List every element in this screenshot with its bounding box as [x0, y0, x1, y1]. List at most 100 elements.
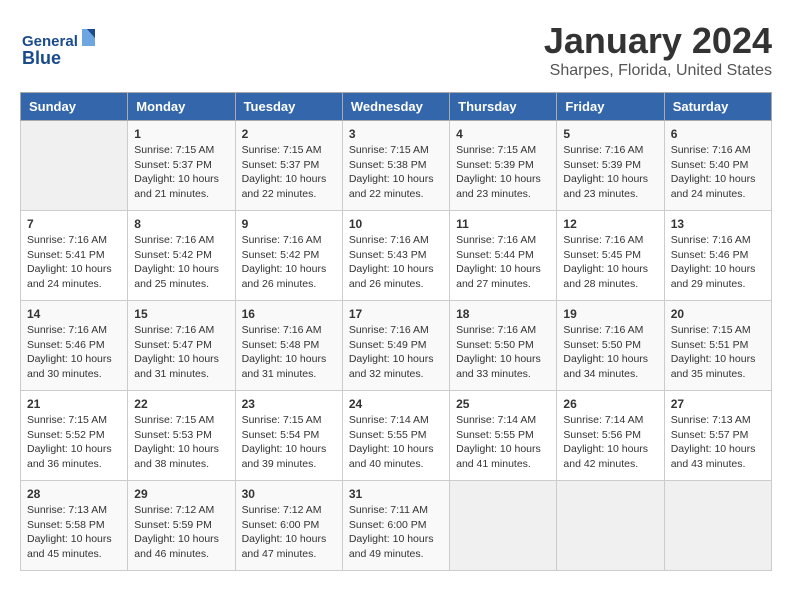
calendar-cell: 29Sunrise: 7:12 AMSunset: 5:59 PMDayligh… [128, 481, 235, 571]
day-number: 21 [27, 397, 121, 411]
day-number: 1 [134, 127, 228, 141]
day-number: 10 [349, 217, 443, 231]
header-friday: Friday [557, 93, 664, 121]
day-number: 13 [671, 217, 765, 231]
day-number: 3 [349, 127, 443, 141]
day-info: Sunrise: 7:14 AMSunset: 5:56 PMDaylight:… [563, 413, 657, 472]
day-info: Sunrise: 7:15 AMSunset: 5:39 PMDaylight:… [456, 143, 550, 202]
day-number: 18 [456, 307, 550, 321]
calendar-cell: 20Sunrise: 7:15 AMSunset: 5:51 PMDayligh… [664, 301, 771, 391]
calendar-cell: 18 Sunrise: 7:16 AMSunset: 5:50 PMDayligh… [450, 301, 557, 391]
day-number: 8 [134, 217, 228, 231]
day-info: Sunrise: 7:16 AMSunset: 5:46 PMDaylight:… [671, 233, 765, 292]
day-number: 17 [349, 307, 443, 321]
calendar-cell: 6 Sunrise: 7:16 AMSunset: 5:40 PMDaylight… [664, 121, 771, 211]
calendar-cell: 11Sunrise: 7:16 AMSunset: 5:44 PMDayligh… [450, 211, 557, 301]
calendar-cell: 19Sunrise: 7:16 AMSunset: 5:50 PMDayligh… [557, 301, 664, 391]
calendar-cell: 28 Sunrise: 7:13 AMSunset: 5:58 PMDayligh… [21, 481, 128, 571]
calendar-cell [21, 121, 128, 211]
header-thursday: Thursday [450, 93, 557, 121]
calendar-subtitle: Sharpes, Florida, United States [20, 62, 772, 80]
calendar-cell: 14Sunrise: 7:16 AMSunset: 5:46 PMDayligh… [21, 301, 128, 391]
day-info: Sunrise: 7:16 AMSunset: 5:47 PMDaylight:… [134, 323, 228, 382]
calendar-cell: 24 Sunrise: 7:14 AMSunset: 5:55 PMDayligh… [342, 391, 449, 481]
calendar-cell: 1Sunrise: 7:15 AMSunset: 5:37 PMDaylight… [128, 121, 235, 211]
day-number: 23 [242, 397, 336, 411]
calendar-cell: 22Sunrise: 7:15 AMSunset: 5:53 PMDayligh… [128, 391, 235, 481]
header-wednesday: Wednesday [342, 93, 449, 121]
calendar-cell: 9Sunrise: 7:16 AMSunset: 5:42 PMDaylight… [235, 211, 342, 301]
day-number: 11 [456, 217, 550, 231]
day-info: Sunrise: 7:16 AMSunset: 5:48 PMDaylight:… [242, 323, 336, 382]
calendar-cell: 3 Sunrise: 7:15 AMSunset: 5:38 PMDaylight… [342, 121, 449, 211]
day-info: Sunrise: 7:16 AMSunset: 5:42 PMDaylight:… [242, 233, 336, 292]
calendar-week-row: 1Sunrise: 7:15 AMSunset: 5:37 PMDaylight… [21, 121, 772, 211]
calendar-cell: 5Sunrise: 7:16 AMSunset: 5:39 PMDaylight… [557, 121, 664, 211]
calendar-cell [450, 481, 557, 571]
day-number: 27 [671, 397, 765, 411]
calendar-cell: 27 Sunrise: 7:13 AMSunset: 5:57 PMDayligh… [664, 391, 771, 481]
calendar-cell: 25Sunrise: 7:14 AMSunset: 5:55 PMDayligh… [450, 391, 557, 481]
calendar-cell: 23 Sunrise: 7:15 AMSunset: 5:54 PMDayligh… [235, 391, 342, 481]
day-number: 7 [27, 217, 121, 231]
day-number: 24 [349, 397, 443, 411]
day-info: Sunrise: 7:14 AMSunset: 5:55 PMDaylight:… [456, 413, 550, 472]
day-number: 30 [242, 487, 336, 501]
calendar-cell: 8 Sunrise: 7:16 AMSunset: 5:42 PMDaylight… [128, 211, 235, 301]
day-info: Sunrise: 7:16 AMSunset: 5:50 PMDaylight:… [456, 323, 550, 382]
day-number: 4 [456, 127, 550, 141]
calendar-cell: 21 Sunrise: 7:15 AMSunset: 5:52 PMDayligh… [21, 391, 128, 481]
day-number: 28 [27, 487, 121, 501]
day-info: Sunrise: 7:16 AMSunset: 5:39 PMDaylight:… [563, 143, 657, 202]
header-tuesday: Tuesday [235, 93, 342, 121]
day-info: Sunrise: 7:13 AMSunset: 5:57 PMDaylight:… [671, 413, 765, 472]
day-info: Sunrise: 7:16 AMSunset: 5:46 PMDaylight:… [27, 323, 121, 382]
day-info: Sunrise: 7:16 AMSunset: 5:45 PMDaylight:… [563, 233, 657, 292]
calendar-cell: 12 Sunrise: 7:16 AMSunset: 5:45 PMDayligh… [557, 211, 664, 301]
day-info: Sunrise: 7:16 AMSunset: 5:40 PMDaylight:… [671, 143, 765, 202]
day-info: Sunrise: 7:15 AMSunset: 5:54 PMDaylight:… [242, 413, 336, 472]
calendar-cell: 2Sunrise: 7:15 AMSunset: 5:37 PMDaylight… [235, 121, 342, 211]
day-number: 22 [134, 397, 228, 411]
calendar-header: January 2024 Sharpes, Florida, United St… [20, 20, 772, 80]
day-info: Sunrise: 7:16 AMSunset: 5:49 PMDaylight:… [349, 323, 443, 382]
day-info: Sunrise: 7:16 AMSunset: 5:41 PMDaylight:… [27, 233, 121, 292]
day-number: 16 [242, 307, 336, 321]
calendar-cell: 26Sunrise: 7:14 AMSunset: 5:56 PMDayligh… [557, 391, 664, 481]
day-info: Sunrise: 7:15 AMSunset: 5:52 PMDaylight:… [27, 413, 121, 472]
day-info: Sunrise: 7:16 AMSunset: 5:42 PMDaylight:… [134, 233, 228, 292]
calendar-week-row: 21 Sunrise: 7:15 AMSunset: 5:52 PMDayligh… [21, 391, 772, 481]
svg-text:Blue: Blue [22, 48, 61, 68]
day-info: Sunrise: 7:15 AMSunset: 5:51 PMDaylight:… [671, 323, 765, 382]
day-number: 6 [671, 127, 765, 141]
calendar-cell: 31Sunrise: 7:11 AMSunset: 6:00 PMDayligh… [342, 481, 449, 571]
calendar-cell [664, 481, 771, 571]
day-number: 19 [563, 307, 657, 321]
day-number: 29 [134, 487, 228, 501]
day-info: Sunrise: 7:11 AMSunset: 6:00 PMDaylight:… [349, 503, 443, 562]
logo: General Blue [20, 24, 100, 79]
calendar-title: January 2024 [20, 20, 772, 62]
calendar-week-row: 7 Sunrise: 7:16 AMSunset: 5:41 PMDaylight… [21, 211, 772, 301]
calendar-week-row: 14Sunrise: 7:16 AMSunset: 5:46 PMDayligh… [21, 301, 772, 391]
day-number: 15 [134, 307, 228, 321]
day-info: Sunrise: 7:14 AMSunset: 5:55 PMDaylight:… [349, 413, 443, 472]
calendar-cell: 13 Sunrise: 7:16 AMSunset: 5:46 PMDayligh… [664, 211, 771, 301]
days-header-row: Sunday Monday Tuesday Wednesday Thursday… [21, 93, 772, 121]
calendar-cell: 15 Sunrise: 7:16 AMSunset: 5:47 PMDayligh… [128, 301, 235, 391]
day-number: 12 [563, 217, 657, 231]
header-monday: Monday [128, 93, 235, 121]
day-info: Sunrise: 7:12 AMSunset: 6:00 PMDaylight:… [242, 503, 336, 562]
calendar-cell: 10 Sunrise: 7:16 AMSunset: 5:43 PMDayligh… [342, 211, 449, 301]
header-sunday: Sunday [21, 93, 128, 121]
header-saturday: Saturday [664, 93, 771, 121]
calendar-cell: 7 Sunrise: 7:16 AMSunset: 5:41 PMDaylight… [21, 211, 128, 301]
day-info: Sunrise: 7:13 AMSunset: 5:58 PMDaylight:… [27, 503, 121, 562]
day-number: 2 [242, 127, 336, 141]
day-info: Sunrise: 7:15 AMSunset: 5:38 PMDaylight:… [349, 143, 443, 202]
calendar-cell: 30 Sunrise: 7:12 AMSunset: 6:00 PMDayligh… [235, 481, 342, 571]
calendar-cell: 16 Sunrise: 7:16 AMSunset: 5:48 PMDayligh… [235, 301, 342, 391]
calendar-cell: 17 Sunrise: 7:16 AMSunset: 5:49 PMDayligh… [342, 301, 449, 391]
calendar-cell: 4 Sunrise: 7:15 AMSunset: 5:39 PMDaylight… [450, 121, 557, 211]
day-info: Sunrise: 7:16 AMSunset: 5:43 PMDaylight:… [349, 233, 443, 292]
